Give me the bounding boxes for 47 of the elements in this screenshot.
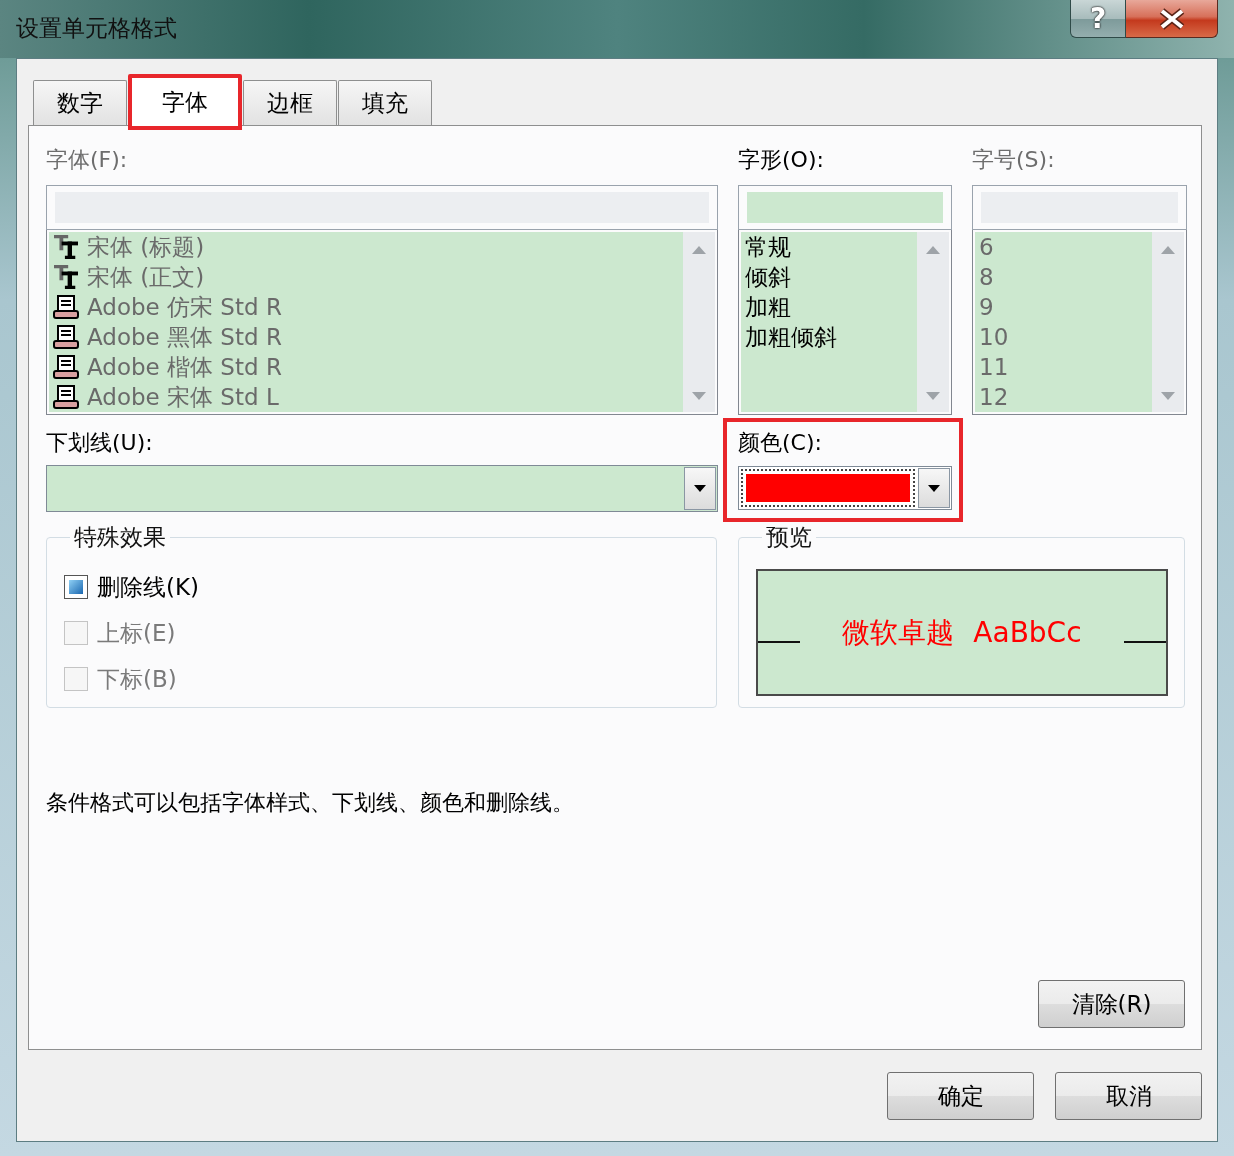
scroll-up-icon[interactable] (692, 246, 706, 254)
field-label: 下划线(U): (46, 429, 154, 457)
scroll-down-icon[interactable] (1161, 392, 1175, 400)
scroll-up-icon[interactable] (926, 246, 940, 254)
color-dropdown[interactable] (738, 466, 952, 510)
dropdown-field[interactable] (46, 465, 718, 512)
field-label: 颜色(C): (738, 429, 823, 457)
input-field[interactable] (738, 185, 952, 230)
scrollbar[interactable] (1152, 232, 1184, 412)
field-label: 字体(F): (46, 146, 129, 174)
scrollbar[interactable] (683, 232, 715, 412)
cancel-button[interactable]: 取消 (1055, 1072, 1202, 1120)
list-item[interactable]: 倾斜 (745, 262, 917, 292)
preview-text: 微软卓越 AaBbCc (841, 614, 1083, 651)
list-item[interactable]: 常规 (745, 232, 917, 262)
close-icon (1157, 7, 1186, 30)
window-title: 设置单元格格式 (16, 14, 177, 43)
list-item[interactable]: 加粗 (745, 292, 917, 322)
tab[interactable]: 数字 (33, 80, 127, 125)
printer-icon (53, 295, 79, 319)
clear-button[interactable]: 清除(R) (1038, 980, 1185, 1028)
dropdown-button[interactable] (684, 467, 716, 510)
caret-icon (694, 485, 706, 492)
close-button[interactable] (1126, 0, 1218, 38)
scroll-down-icon[interactable] (692, 392, 706, 400)
checkbox[interactable] (64, 575, 88, 599)
caret-icon (928, 484, 940, 492)
tab[interactable]: 字体 (128, 74, 242, 130)
group-title: 特殊效果 (73, 524, 167, 550)
scroll-down-icon[interactable] (926, 392, 940, 400)
group-title: 预览 (765, 524, 813, 550)
double-t-icon (53, 235, 79, 259)
scrollbar[interactable] (917, 232, 949, 412)
tab[interactable]: 填充 (338, 80, 432, 125)
ok-button[interactable]: 确定 (887, 1072, 1034, 1120)
dropdown-button[interactable] (918, 468, 950, 508)
printer-icon (53, 325, 79, 349)
checkbox-label[interactable]: 删除线(K) (97, 571, 200, 603)
printer-icon (53, 355, 79, 379)
tab[interactable]: 边框 (243, 80, 337, 125)
printer-icon (53, 385, 79, 409)
field-label: 字号(S): (972, 146, 1056, 174)
scroll-up-icon[interactable] (1161, 246, 1175, 254)
double-t-icon (53, 265, 79, 289)
list-item[interactable]: 加粗倾斜 (745, 322, 917, 352)
note-text: 条件格式可以包括字体样式、下划线、颜色和删除线。 (46, 789, 574, 817)
field-label: 字形(O): (738, 146, 825, 174)
